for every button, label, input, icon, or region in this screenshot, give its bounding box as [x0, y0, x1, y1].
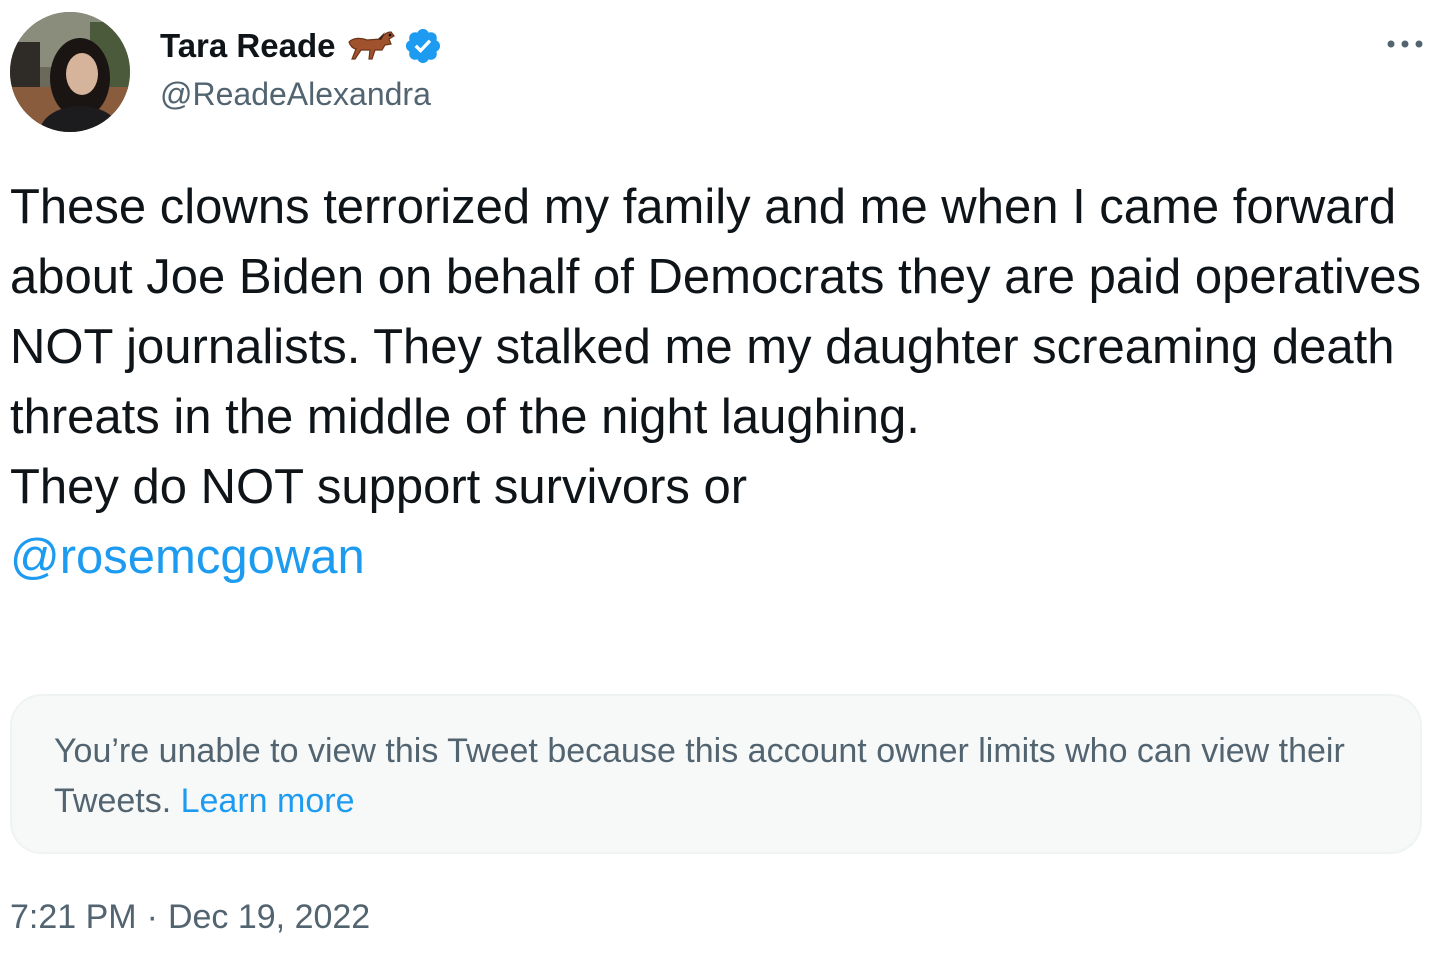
- tweet-date[interactable]: Dec 19, 2022: [168, 898, 370, 937]
- more-options-icon: [1387, 40, 1423, 48]
- display-name[interactable]: Tara Reade: [160, 27, 335, 65]
- tweet: Tara Reade @ReadeAlexandra These clowns …: [0, 0, 1456, 968]
- tweet-body: These clowns terrorized my family and me…: [10, 180, 1421, 514]
- verified-badge-icon[interactable]: [403, 26, 443, 66]
- learn-more-link[interactable]: Learn more: [181, 782, 355, 820]
- mention-link[interactable]: @rosemcgowan: [10, 530, 365, 584]
- tweet-time[interactable]: 7:21 PM: [10, 898, 137, 937]
- tweet-text: These clowns terrorized my family and me…: [10, 172, 1430, 592]
- author-name-line: Tara Reade: [160, 24, 443, 68]
- profile-photo: [10, 12, 130, 132]
- avatar[interactable]: [10, 12, 130, 132]
- author-handle[interactable]: @ReadeAlexandra: [160, 76, 431, 113]
- tweet-timestamp: 7:21 PM · Dec 19, 2022: [10, 898, 370, 937]
- horse-emoji-icon: [345, 26, 397, 66]
- timestamp-separator: ·: [146, 898, 158, 936]
- notice-message: You’re unable to view this Tweet because…: [54, 726, 1374, 826]
- more-options-button[interactable]: [1380, 22, 1430, 66]
- unavailable-tweet-notice: You’re unable to view this Tweet because…: [10, 694, 1422, 854]
